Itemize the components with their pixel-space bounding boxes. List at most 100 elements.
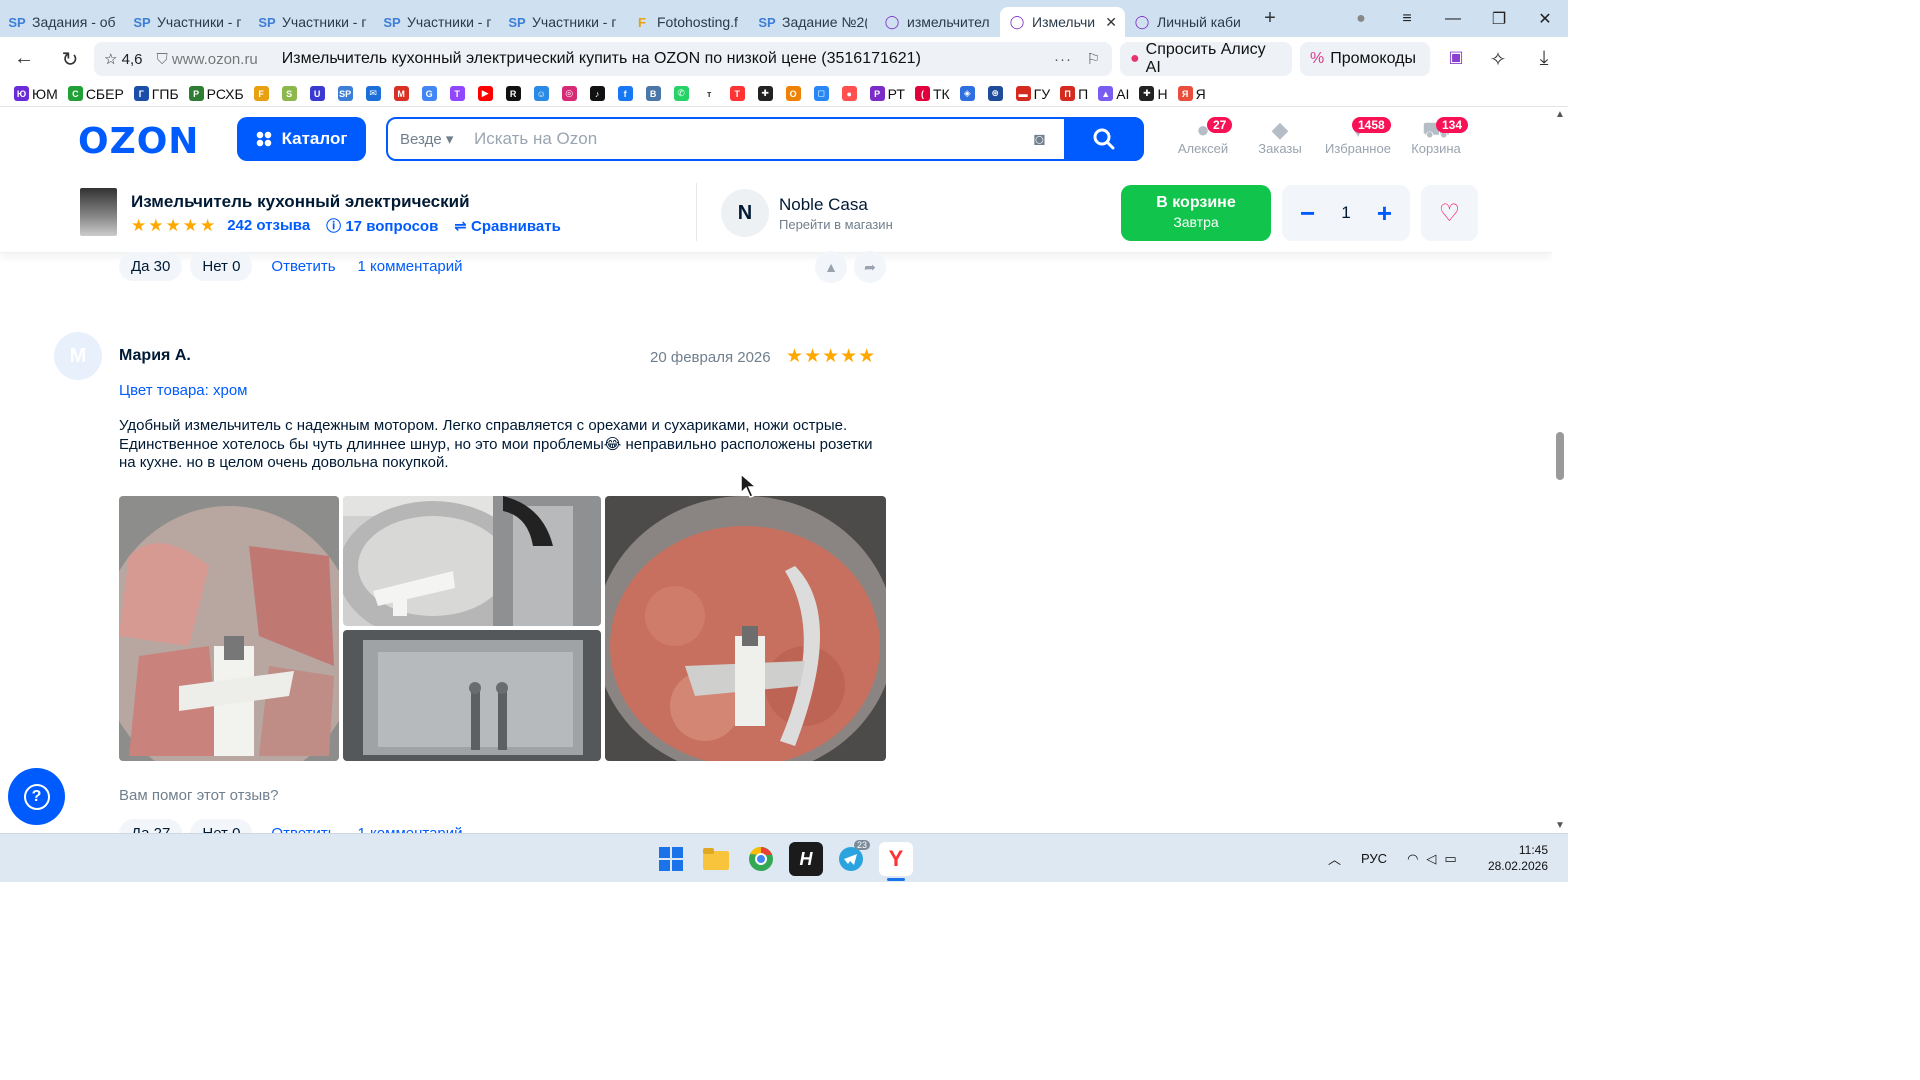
volume-icon[interactable]: ◁	[1426, 851, 1436, 867]
browser-tab[interactable]: SP Задания - об	[0, 7, 125, 37]
catalog-button[interactable]: Каталог	[237, 117, 366, 161]
bookmark-item[interactable]: M	[393, 86, 412, 101]
new-tab-button[interactable]: +	[1256, 5, 1284, 33]
minus-button[interactable]: −	[1300, 198, 1315, 229]
product-variant[interactable]: Цвет товара: хром	[119, 382, 247, 399]
chevron-up-icon[interactable]: ︿	[1328, 849, 1341, 868]
helpful-yes-button[interactable]: Да 30	[119, 252, 183, 281]
shop-name[interactable]: Noble Casa	[779, 195, 868, 215]
comments-link[interactable]: 1 комментарий	[358, 825, 463, 833]
review-photo-1[interactable]	[119, 496, 339, 761]
bookmark-item[interactable]: ☺	[533, 86, 552, 101]
bookmark-item[interactable]: ЯЯ	[1177, 86, 1206, 102]
more-icon[interactable]: ···	[1054, 51, 1072, 68]
shop-link[interactable]: Перейти в магазин	[779, 217, 893, 232]
plus-button[interactable]: +	[1377, 198, 1392, 229]
review-photo-2[interactable]	[343, 496, 601, 626]
profile-icon[interactable]: ●	[1338, 10, 1384, 28]
share-icon[interactable]: ➦	[854, 251, 886, 283]
header-orders[interactable]: ◆ Заказы	[1240, 117, 1320, 156]
helpful-no-button[interactable]: Нет 0	[190, 819, 253, 833]
battery-icon[interactable]: ▭	[1444, 851, 1456, 867]
bookmark-item[interactable]: ▬ ГУ	[1015, 86, 1050, 102]
scroll-down-icon[interactable]: ▼	[1555, 820, 1565, 831]
bookmark-item[interactable]: ПП	[1060, 86, 1088, 102]
reload-icon[interactable]: ↻	[48, 47, 92, 72]
review-photo-3[interactable]	[343, 630, 601, 761]
bookmark-item[interactable]: ◎	[561, 86, 580, 101]
wifi-icon[interactable]: ◠	[1407, 851, 1418, 867]
start-icon[interactable]	[654, 842, 688, 876]
bookmark-item[interactable]: G	[421, 86, 440, 101]
browser-tab[interactable]: F Fotohosting.f	[625, 7, 750, 37]
browser-tab[interactable]: SP Участники - г	[375, 7, 500, 37]
close-tab-icon[interactable]: ✕	[1105, 14, 1117, 31]
bookmark-item[interactable]: ⊛	[987, 86, 1006, 101]
bookmark-item[interactable]: ◻	[813, 86, 832, 101]
camera-icon[interactable]: ◙	[1034, 129, 1045, 150]
bookmark-item[interactable]: (ТК	[914, 86, 950, 102]
download-icon[interactable]: ⤓	[1522, 47, 1566, 70]
back-arrow-icon[interactable]: ←	[2, 47, 46, 70]
in-cart-button[interactable]: В корзине Завтра	[1121, 185, 1271, 241]
site-rating[interactable]: ☆ 4,6	[104, 50, 142, 68]
comments-link[interactable]: 1 комментарий	[358, 258, 463, 275]
shop-avatar[interactable]: N	[721, 189, 769, 237]
bookmark-item[interactable]: Р РСХБ	[188, 86, 244, 102]
browser-tab[interactable]: SP Задание №2(	[750, 7, 875, 37]
system-clock[interactable]: 11:45 28.02.2026	[1488, 842, 1548, 874]
bookmark-item[interactable]: S	[281, 86, 300, 101]
bookmark-item[interactable]: SP	[337, 86, 356, 101]
bookmark-item[interactable]: F	[253, 86, 272, 101]
ozon-logo[interactable]: OZON	[78, 121, 199, 162]
yandex-browser-icon[interactable]: Y	[879, 842, 913, 876]
bookmark-item[interactable]: ♪	[589, 86, 608, 101]
browser-tab[interactable]: ◯ Личный каби	[1125, 7, 1250, 37]
promo-button[interactable]: % Промокоды	[1300, 42, 1430, 76]
bookmark-item[interactable]: f	[617, 86, 636, 101]
report-icon[interactable]: ▲	[815, 251, 847, 283]
bookmark-item[interactable]: Т	[729, 86, 748, 101]
bookmark-item[interactable]: О	[785, 86, 804, 101]
bookmark-item[interactable]: ●	[841, 86, 860, 101]
gallery-icon[interactable]: ▣	[1434, 47, 1478, 67]
minimize-button[interactable]: —	[1430, 10, 1476, 28]
scroll-up-icon[interactable]: ▲	[1555, 109, 1565, 120]
reply-link[interactable]: Ответить	[271, 258, 335, 275]
helpful-no-button[interactable]: Нет 0	[190, 252, 253, 281]
extensions-icon[interactable]: ✧	[1476, 47, 1520, 72]
review-photo-4[interactable]	[605, 496, 886, 761]
scrollbar-thumb[interactable]	[1556, 432, 1564, 480]
bookmark-item[interactable]: Г ГПБ	[133, 86, 179, 102]
bookmark-item[interactable]: ✚ Н	[1139, 86, 1168, 102]
bookmark-item[interactable]: т	[701, 86, 720, 101]
bookmark-item[interactable]: Ю ЮМ	[14, 86, 58, 102]
bookmark-item[interactable]: ✉	[365, 86, 384, 101]
header-user[interactable]: ● Алексей 27	[1163, 117, 1243, 156]
questions-link[interactable]: ⓘ 17 вопросов	[326, 215, 438, 236]
bookmark-item[interactable]: ✚	[757, 86, 776, 101]
browser-tab[interactable]: SP Участники - г	[500, 7, 625, 37]
close-window-button[interactable]: ✕	[1522, 9, 1568, 29]
ask-alice-button[interactable]: ● Спросить Алису AI	[1120, 41, 1292, 76]
restore-button[interactable]: ❐	[1476, 9, 1522, 29]
telegram-icon[interactable]: 23	[834, 840, 871, 876]
page-scrollbar[interactable]: ▲ ▼	[1552, 107, 1568, 833]
browser-tab[interactable]: ◯ измельчител	[875, 7, 1000, 37]
search-input[interactable]: Искать на Ozon	[474, 129, 597, 149]
favorite-button[interactable]: ♡	[1421, 185, 1478, 241]
browser-tab[interactable]: SP Участники - г	[250, 7, 375, 37]
helpful-yes-button[interactable]: Да 27	[119, 819, 183, 833]
bookmark-item[interactable]: ◈	[959, 86, 978, 101]
browser-tab[interactable]: ◯ Измельчи ✕	[1000, 7, 1125, 37]
bookmark-item[interactable]: С СБЕР	[67, 86, 124, 102]
bookmark-item[interactable]: U	[309, 86, 328, 101]
chrome-icon[interactable]	[744, 842, 778, 876]
bookmark-item[interactable]: Р РТ	[869, 86, 905, 102]
bookmark-item[interactable]: R	[505, 86, 524, 101]
help-button[interactable]: ?	[8, 768, 65, 825]
header-cart[interactable]: ⛟ Корзина 134	[1396, 117, 1476, 156]
url-bar[interactable]: ☆ 4,6 ⛉ www.ozon.ru Измельчитель кухонны…	[94, 42, 1112, 76]
bookmark-item[interactable]: T	[449, 86, 468, 101]
browser-tab[interactable]: SP Участники - г	[125, 7, 250, 37]
